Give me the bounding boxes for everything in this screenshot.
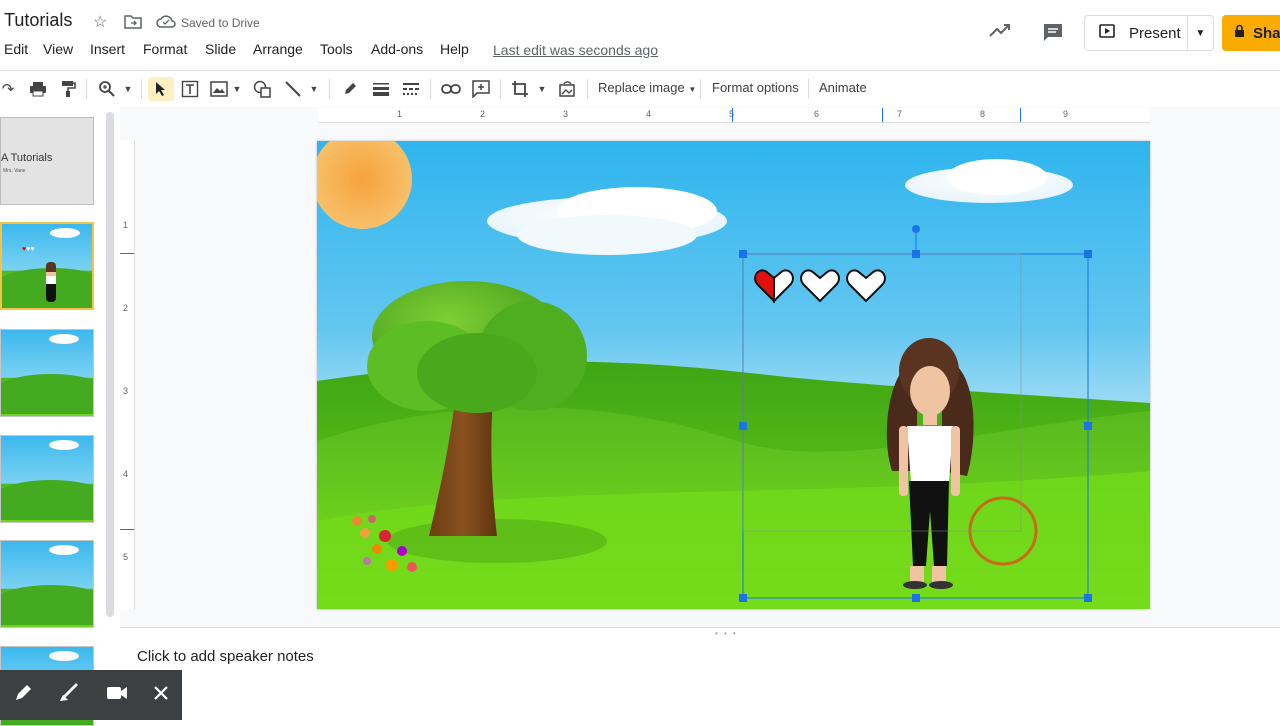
menu-tools[interactable]: Tools xyxy=(320,41,353,57)
ruler-mark: 1 xyxy=(123,220,129,230)
menu-edit[interactable]: Edit xyxy=(4,41,28,57)
last-edit-link[interactable]: Last edit was seconds ago xyxy=(493,42,658,58)
cloud-shape[interactable] xyxy=(487,187,727,255)
link-icon[interactable] xyxy=(440,77,462,101)
slide-thumbnail-5[interactable] xyxy=(0,540,94,628)
menu-view[interactable]: View xyxy=(43,41,73,57)
border-weight-icon[interactable] xyxy=(370,77,392,101)
ruler-mark: 3 xyxy=(563,109,569,119)
cloud-shape[interactable] xyxy=(905,159,1073,203)
notes-resize-handle[interactable]: • • • xyxy=(120,627,1280,638)
ruler-mark: 7 xyxy=(897,109,903,119)
thumb-hearts: ♥♥♥ xyxy=(22,246,35,253)
camera-icon[interactable] xyxy=(106,685,128,706)
redo-icon[interactable]: ↷ xyxy=(0,77,16,101)
slide-thumbnail-4[interactable] xyxy=(0,435,94,523)
thumb-subtitle: Mrs. Vane xyxy=(3,168,26,174)
paint-format-icon[interactable] xyxy=(58,77,78,101)
horizontal-ruler: 1 2 3 4 5 6 7 8 9 xyxy=(318,108,1150,123)
border-color-icon[interactable] xyxy=(340,77,360,101)
speaker-notes-field[interactable]: Click to add speaker notes xyxy=(137,648,314,665)
heart-icon xyxy=(754,269,794,304)
menu-arrange[interactable]: Arrange xyxy=(253,41,303,57)
crop-dropdown-icon[interactable]: ▼ xyxy=(536,77,548,101)
ruler-mark: 5 xyxy=(123,552,129,562)
replace-image-button[interactable]: Replace image ▼ xyxy=(598,80,696,95)
ruler-mark: 8 xyxy=(980,109,986,119)
menu-slide[interactable]: Slide xyxy=(205,41,236,57)
present-label: Present xyxy=(1129,24,1181,42)
reset-image-icon[interactable] xyxy=(556,77,578,101)
image-dropdown-icon[interactable]: ▼ xyxy=(231,77,243,101)
present-icon xyxy=(1099,24,1115,42)
filmstrip: A Tutorials Mrs. Vane ♥♥♥ xyxy=(0,107,120,726)
hearts-health-bar[interactable] xyxy=(754,269,886,304)
select-cursor-icon[interactable] xyxy=(148,77,174,101)
thumb-character xyxy=(46,262,56,302)
menu-addons[interactable]: Add-ons xyxy=(371,41,423,57)
image-icon[interactable] xyxy=(208,77,230,101)
line-icon[interactable] xyxy=(282,77,304,101)
share-button[interactable]: Sha xyxy=(1222,15,1280,51)
zoom-icon[interactable] xyxy=(96,77,118,101)
replace-image-label: Replace image xyxy=(598,80,685,95)
pen-icon[interactable] xyxy=(13,683,33,708)
ruler-mark: 4 xyxy=(646,109,652,119)
menu-format[interactable]: Format xyxy=(143,41,187,57)
slide-canvas[interactable] xyxy=(317,141,1150,609)
ruler-mark: 1 xyxy=(397,109,403,119)
print-icon[interactable] xyxy=(28,77,48,101)
ruler-mark: 3 xyxy=(123,386,129,396)
menu-help[interactable]: Help xyxy=(440,41,469,57)
slide-thumbnail-3[interactable] xyxy=(0,329,94,417)
filmstrip-scrollbar[interactable] xyxy=(106,112,114,617)
comment-icon[interactable] xyxy=(1042,22,1064,47)
save-status: Saved to Drive xyxy=(181,16,260,30)
document-title[interactable]: Tutorials xyxy=(4,10,72,31)
heart-icon xyxy=(846,269,886,303)
highlighter-icon[interactable] xyxy=(58,682,80,708)
ruler-mark: 9 xyxy=(1063,109,1069,119)
present-button[interactable]: Present ▼ xyxy=(1084,15,1214,51)
slide-thumbnail-1[interactable]: A Tutorials Mrs. Vane xyxy=(0,117,94,205)
ruler-mark: 4 xyxy=(123,469,129,479)
add-comment-icon[interactable] xyxy=(470,77,492,101)
zoom-dropdown-icon[interactable]: ▼ xyxy=(121,77,135,101)
present-dropdown-icon[interactable]: ▼ xyxy=(1186,16,1213,50)
star-icon[interactable]: ☆ xyxy=(93,12,107,32)
cloud-saved-icon xyxy=(156,14,176,33)
screen-recorder-toolbar xyxy=(0,670,182,720)
trend-icon[interactable] xyxy=(988,22,1012,43)
close-icon[interactable] xyxy=(153,685,169,706)
ruler-mark: 6 xyxy=(814,109,820,119)
text-box-icon[interactable] xyxy=(179,77,201,101)
vertical-ruler: 1 2 3 4 5 xyxy=(120,140,135,610)
replace-image-dropdown-icon: ▼ xyxy=(688,85,697,94)
toolbar: ↷ ▼ ▼ ▼ ▼ Replace image ▼ Format options… xyxy=(0,70,1280,108)
format-options-button[interactable]: Format options xyxy=(712,80,799,95)
border-dash-icon[interactable] xyxy=(400,77,422,101)
menu-insert[interactable]: Insert xyxy=(90,41,125,57)
heart-icon xyxy=(800,269,840,303)
animate-button[interactable]: Animate xyxy=(819,80,867,95)
lock-icon xyxy=(1234,24,1245,42)
ruler-mark: 2 xyxy=(480,109,486,119)
move-to-folder-icon[interactable] xyxy=(124,13,142,34)
shape-icon[interactable] xyxy=(251,77,273,101)
slide-thumbnail-2[interactable]: ♥♥♥ xyxy=(0,222,94,310)
share-label: Sha xyxy=(1253,24,1280,42)
ruler-mark: 2 xyxy=(123,303,129,313)
sun-shape[interactable] xyxy=(317,141,412,229)
line-dropdown-icon[interactable]: ▼ xyxy=(308,77,320,101)
crop-icon[interactable] xyxy=(509,77,531,101)
thumb-title: A Tutorials xyxy=(1,152,53,164)
